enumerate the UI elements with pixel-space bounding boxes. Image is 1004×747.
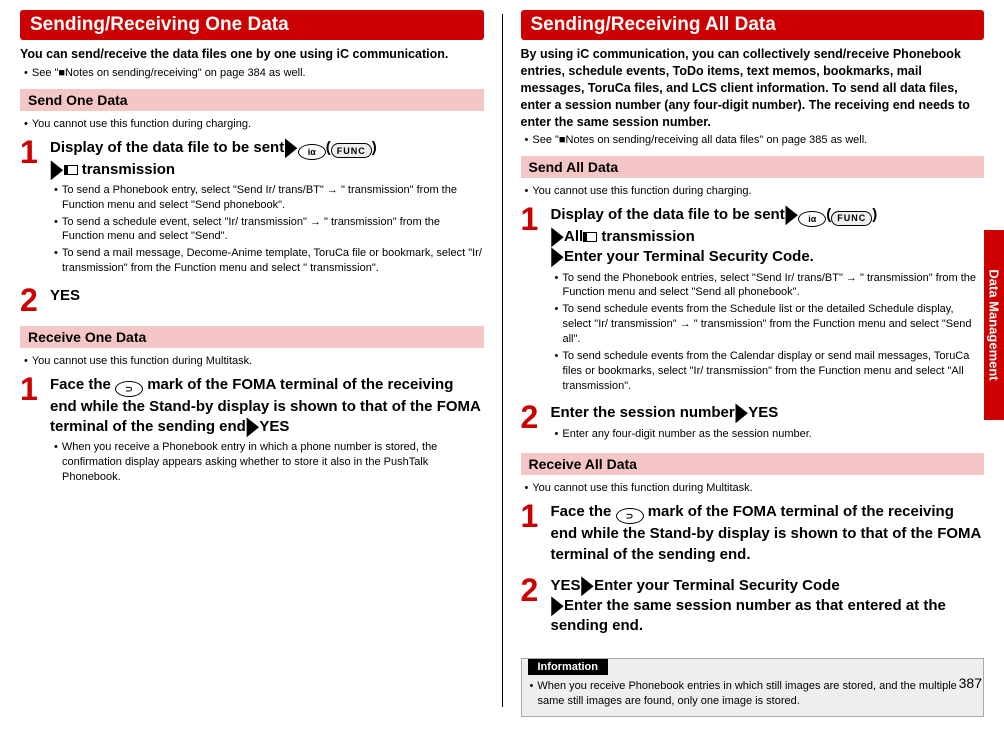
step1-note1: To send a Phonebook entry, select "Send … bbox=[54, 183, 484, 213]
page-number: 387 bbox=[959, 675, 982, 691]
information-box: Information When you receive Phonebook e… bbox=[521, 658, 985, 718]
func-button-icon: FUNC bbox=[831, 211, 872, 226]
step-2-recv-all: 2 YES▶Enter your Terminal Security Code … bbox=[521, 574, 985, 640]
subhead-send-all: Send All Data bbox=[521, 156, 985, 178]
all-step2-n: Enter any four-digit number as the sessi… bbox=[555, 427, 985, 442]
crossref-one: See "■Notes on sending/receiving" on pag… bbox=[24, 66, 484, 81]
ialpha-icon: iα bbox=[298, 144, 326, 160]
multitask-note-all: You cannot use this function during Mult… bbox=[525, 481, 985, 496]
felica-mark-icon: ⊃ bbox=[115, 381, 143, 397]
ialpha-icon: iα bbox=[798, 211, 826, 227]
subhead-receive-all: Receive All Data bbox=[521, 453, 985, 475]
recv-step1-title: Face the ⊃ mark of the FOMA terminal of … bbox=[50, 375, 484, 438]
step-number-1c: 1 bbox=[521, 203, 551, 395]
recv-all-step2-title: YES▶Enter your Terminal Security Code ▶E… bbox=[551, 576, 985, 637]
step1-title: Display of the data file to be sent▶iα(F… bbox=[50, 138, 484, 180]
column-divider bbox=[502, 14, 503, 707]
step-number-2: 2 bbox=[20, 284, 50, 316]
all-step1-b: All bbox=[564, 228, 583, 245]
intro-all: By using iC communication, you can colle… bbox=[521, 46, 985, 130]
all-step1-title: Display of the data file to be sent▶iα(F… bbox=[551, 205, 985, 268]
step-number-1b: 1 bbox=[20, 373, 50, 487]
func-button-icon: FUNC bbox=[331, 143, 372, 158]
all-step2-a: Enter the session number bbox=[551, 404, 735, 421]
charge-note-all: You cannot use this function during char… bbox=[525, 184, 985, 199]
felica-mark-icon: ⊃ bbox=[616, 508, 644, 524]
multitask-note-one: You cannot use this function during Mult… bbox=[24, 354, 484, 369]
step-number-2c: 2 bbox=[521, 574, 551, 640]
step1-note3: To send a mail message, Decome-Anime tem… bbox=[54, 246, 484, 276]
step1-note2: To send a schedule event, select "Ir/ tr… bbox=[54, 215, 484, 245]
information-label: Information bbox=[528, 659, 609, 675]
step-1-send-all: 1 Display of the data file to be sent▶iα… bbox=[521, 203, 985, 395]
side-tab-label: Data Management bbox=[987, 269, 1002, 380]
ic-icon bbox=[583, 232, 597, 242]
charge-note-one: You cannot use this function during char… bbox=[24, 117, 484, 132]
all-step2-b: YES bbox=[748, 404, 778, 421]
side-tab: Data Management bbox=[984, 230, 1004, 420]
recv-all-2b: Enter your Terminal Security Code bbox=[594, 577, 840, 594]
step-1-send-one: 1 Display of the data file to be sent▶iα… bbox=[20, 136, 484, 278]
step-2-send-all: 2 Enter the session number▶YES Enter any… bbox=[521, 401, 985, 443]
header-send-recv-all: Sending/Receiving All Data bbox=[521, 10, 985, 40]
step2-title: YES bbox=[50, 286, 484, 306]
step1-text-a: Display of the data file to be sent bbox=[50, 139, 284, 156]
information-body: When you receive Phonebook entries in wh… bbox=[530, 679, 984, 713]
step-1-recv-all: 1 Face the ⊃ mark of the FOMA terminal o… bbox=[521, 500, 985, 568]
recv-all-2c: Enter the same session number as that en… bbox=[551, 597, 946, 634]
all-step2-title: Enter the session number▶YES bbox=[551, 403, 985, 423]
subhead-receive-one: Receive One Data bbox=[20, 326, 484, 348]
recv-all-1a: Face the bbox=[551, 503, 616, 520]
recv-all-step1-title: Face the ⊃ mark of the FOMA terminal of … bbox=[551, 502, 985, 565]
header-send-recv-one: Sending/Receiving One Data bbox=[20, 10, 484, 40]
all-step1-n1: To send the Phonebook entries, select "S… bbox=[555, 271, 985, 301]
all-step1-n3: To send schedule events from the Calenda… bbox=[555, 349, 985, 394]
recv-step1-a: Face the bbox=[50, 376, 115, 393]
step-1-recv-one: 1 Face the ⊃ mark of the FOMA terminal o… bbox=[20, 373, 484, 487]
step-number-1: 1 bbox=[20, 136, 50, 278]
step1-text-b: transmission bbox=[78, 161, 176, 178]
right-column: Sending/Receiving All Data By using iC c… bbox=[521, 10, 985, 717]
ic-icon bbox=[64, 165, 78, 175]
all-step1-d: Enter your Terminal Security Code. bbox=[564, 248, 814, 265]
subhead-send-one: Send One Data bbox=[20, 89, 484, 111]
all-step1-a: Display of the data file to be sent bbox=[551, 206, 785, 223]
intro-one: You can send/receive the data files one … bbox=[20, 46, 484, 63]
step-number-1d: 1 bbox=[521, 500, 551, 568]
recv-step1-c: YES bbox=[259, 418, 289, 435]
recv-step1-note: When you receive a Phonebook entry in wh… bbox=[54, 440, 484, 485]
all-step1-n2: To send schedule events from the Schedul… bbox=[555, 302, 985, 347]
step-number-2b: 2 bbox=[521, 401, 551, 443]
step-2-send-one: 2 YES bbox=[20, 284, 484, 316]
all-step1-c: transmission bbox=[597, 228, 695, 245]
crossref-all: See "■Notes on sending/receiving all dat… bbox=[525, 133, 985, 148]
left-column: Sending/Receiving One Data You can send/… bbox=[20, 10, 484, 717]
